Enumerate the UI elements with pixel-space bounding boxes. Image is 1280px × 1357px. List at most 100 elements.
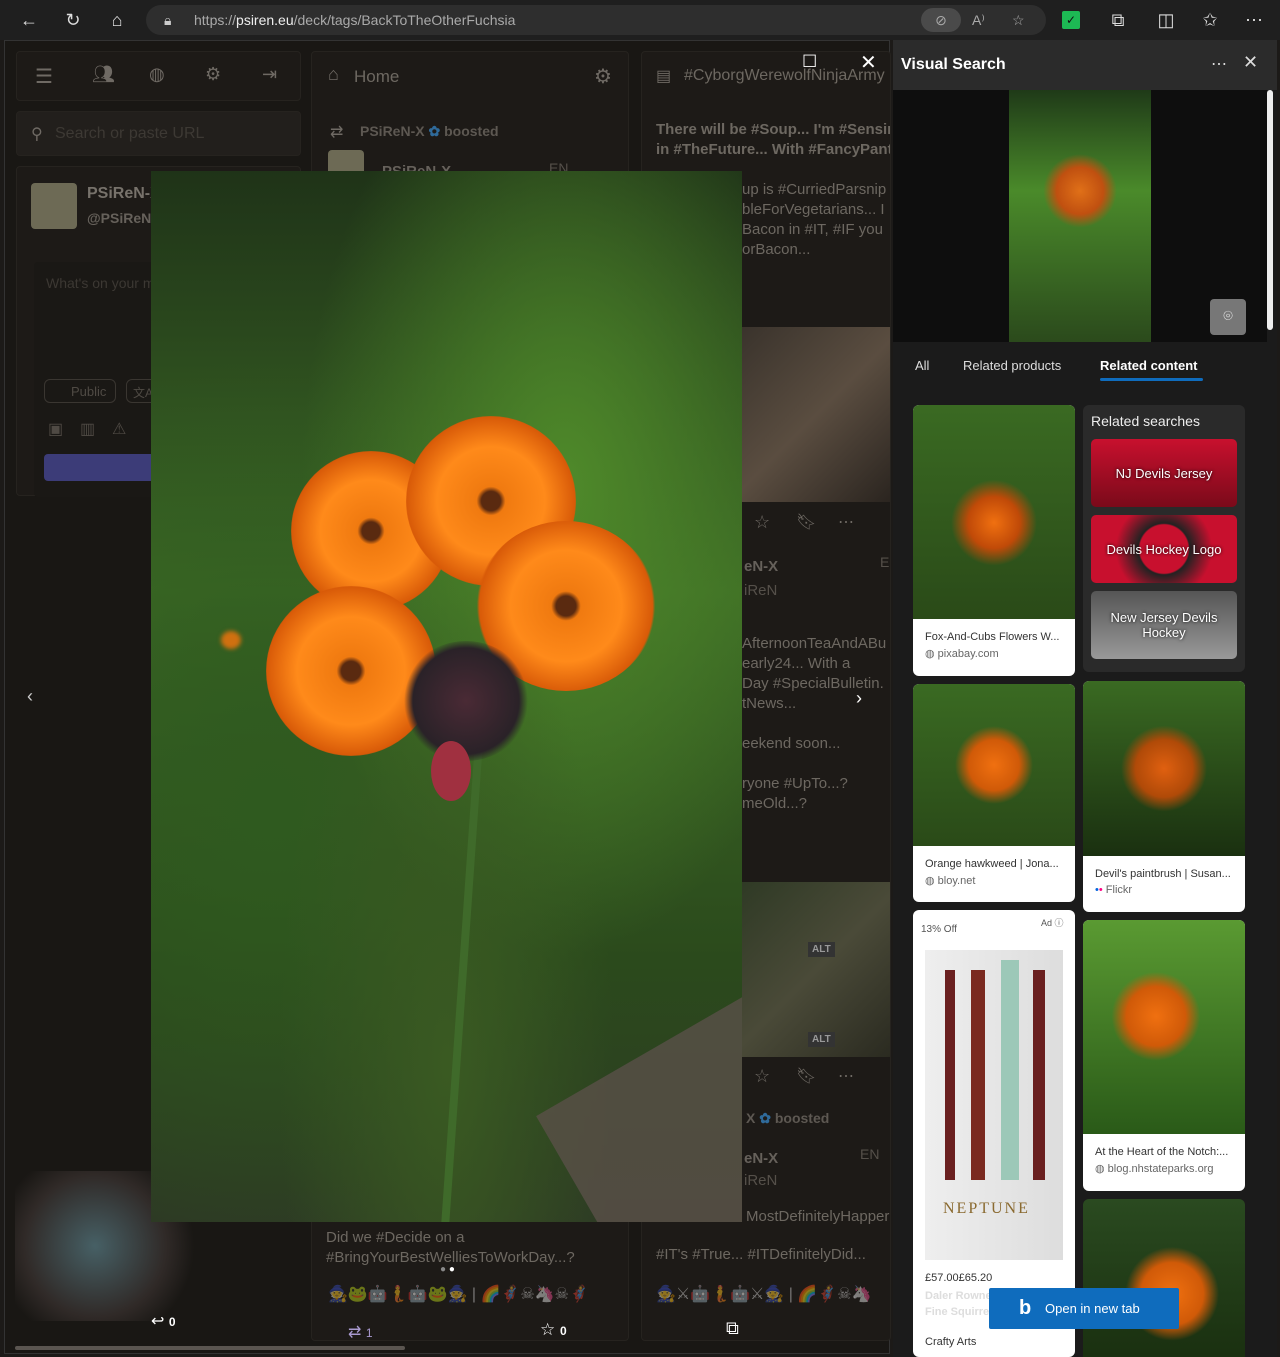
panel-more-icon[interactable]: ⋯	[1211, 54, 1227, 74]
column-title[interactable]: Home	[354, 67, 399, 87]
result-card[interactable]: Fox-And-Cubs Flowers W... ◍ pixabay.com	[913, 405, 1075, 676]
lightbox-close-icon[interactable]: ✕	[860, 52, 877, 75]
related-searches: Related searches NJ Devils Jersey Devils…	[1083, 405, 1245, 672]
panel-scrollbar[interactable]	[1267, 90, 1273, 330]
result-title: At the Heart of the Notch:...	[1095, 1146, 1229, 1158]
tab-all[interactable]: All	[915, 358, 929, 373]
browser-toolbar: ← ↻ ⌂ 🔒︎ https://psiren.eu/deck/tags/Bac…	[0, 0, 1280, 40]
result-image	[1083, 920, 1245, 1134]
author-name[interactable]: eN-X	[744, 1150, 778, 1167]
reply-button[interactable]: ↩ 0	[151, 1311, 176, 1331]
result-card[interactable]: At the Heart of the Notch:... ◍ blog.nhs…	[1083, 920, 1245, 1191]
read-aloud-icon[interactable]: A⁾	[972, 5, 985, 35]
carousel-dots[interactable]: ● ●	[440, 1264, 455, 1275]
post-line: eekend soon...	[742, 735, 841, 752]
poll-icon[interactable]: ▥	[80, 419, 95, 439]
url-host: psiren.eu	[236, 12, 294, 28]
horizontal-scrollbar[interactable]	[15, 1346, 405, 1350]
back-icon[interactable]: ←	[17, 8, 41, 32]
media-icon[interactable]: ▣	[48, 419, 63, 439]
result-card[interactable]: Devil's paintbrush | Susan... •• Flickr	[1083, 681, 1245, 912]
split-screen-icon[interactable]: ◫	[1154, 8, 1178, 32]
search-input[interactable]: ⚲ Search or paste URL	[16, 111, 301, 156]
column-settings-icon[interactable]: ⚙	[594, 64, 612, 89]
related-search-item[interactable]: NJ Devils Jersey	[1091, 439, 1237, 507]
menu-icon[interactable]: ☰	[35, 64, 53, 89]
favorites-icon[interactable]: ✩	[1198, 8, 1222, 32]
bookmark-icon[interactable]: 🔖︎	[796, 1066, 816, 1086]
refresh-icon[interactable]: ↻	[61, 8, 85, 32]
post-line: Did we #Decide on a	[326, 1229, 465, 1246]
people-icon[interactable]: 👥︎	[92, 64, 115, 85]
lock-icon: 🔒︎	[164, 12, 172, 28]
visual-search-crop-icon[interactable]: ⌾	[1210, 299, 1246, 335]
boost-user[interactable]: PSiReN-X	[360, 123, 425, 139]
home-icon[interactable]: ⌂	[105, 8, 129, 32]
related-search-item[interactable]: Devils Hockey Logo	[1091, 515, 1237, 583]
open-external-icon[interactable]: ⧉	[726, 1318, 739, 1339]
boost-line: PSiReN-X ✿ boosted	[360, 123, 499, 140]
globe-icon[interactable]: ◍	[149, 64, 165, 85]
preview-image[interactable]	[1009, 90, 1151, 342]
author-handle: iReN	[744, 1172, 778, 1189]
more-icon[interactable]: ⋯	[838, 512, 854, 532]
result-image[interactable]	[1083, 1199, 1245, 1357]
favourite-button[interactable]: ☆ 0	[540, 1320, 567, 1340]
tab-related-content[interactable]: Related content	[1100, 358, 1198, 373]
ad-label[interactable]: Ad ⓘ	[1041, 916, 1064, 929]
post-line: orBacon...	[742, 241, 811, 258]
extension-check-icon[interactable]: ✓	[1062, 11, 1080, 29]
alt-badge[interactable]: ALT	[808, 942, 835, 957]
post-line: There will be #Soup... I'm #Sensing	[656, 121, 891, 138]
post-line: Day #SpecialBulletin.	[742, 675, 884, 692]
post-line: Bacon in #IT, #IF you	[742, 221, 883, 238]
logout-icon[interactable]: ⇥	[262, 64, 277, 85]
visibility-label: Public	[71, 384, 107, 399]
product-price: £57.00£65.20	[925, 1272, 993, 1284]
profile-name: PSiReN-X	[87, 185, 161, 202]
more-icon[interactable]: ⋯	[1242, 8, 1266, 32]
tracking-prevention-icon[interactable]: ⊘	[921, 8, 961, 32]
lightbox-image[interactable]	[151, 171, 742, 1222]
related-search-label: NJ Devils Jersey	[1115, 465, 1213, 481]
address-bar[interactable]: 🔒︎ https://psiren.eu/deck/tags/BackToThe…	[146, 5, 1046, 35]
column-title[interactable]: #CyborgWerewolfNinjaArmy	[684, 67, 885, 85]
path-stone	[536, 966, 742, 1222]
more-icon[interactable]: ⋯	[838, 1066, 854, 1086]
visibility-button[interactable]: Public	[44, 379, 116, 403]
related-search-label: New Jersey Devils Hockey	[1110, 610, 1218, 640]
lightbox-prev-icon[interactable]: ‹	[27, 686, 33, 707]
author-avatar[interactable]	[328, 150, 364, 172]
post-text-cont: up is #CurriedParsnip bleForVegetarians..…	[742, 180, 886, 260]
lightbox-next-icon[interactable]: ›	[856, 688, 862, 709]
avatar[interactable]	[31, 183, 77, 229]
boost-button[interactable]: ⇄ 1	[348, 1322, 373, 1342]
post-image[interactable]	[742, 327, 890, 502]
panel-close-icon[interactable]: ✕	[1243, 52, 1258, 73]
reply-count: 0	[168, 1315, 176, 1329]
tab-related-products[interactable]: Related products	[963, 358, 1061, 373]
open-in-new-tab-button[interactable]: b Open in new tab	[989, 1288, 1179, 1329]
bookmark-icon[interactable]: 🔖︎	[796, 512, 816, 532]
boost-count: 1	[365, 1326, 373, 1340]
alt-badge[interactable]: ALT	[808, 1032, 835, 1047]
settings-icon[interactable]: ⚙	[205, 64, 221, 85]
result-card[interactable]: Orange hawkweed | Jona... ◍ bloy.net	[913, 684, 1075, 902]
post-line: early24... With a	[742, 655, 851, 672]
boosted-label: boosted	[444, 123, 499, 139]
related-search-item[interactable]: New Jersey Devils Hockey	[1091, 591, 1237, 659]
warning-icon[interactable]: ⚠	[112, 419, 126, 439]
result-title: Orange hawkweed | Jona...	[925, 858, 1059, 870]
extensions-icon[interactable]: ⧉	[1106, 8, 1130, 32]
boosted-label: boosted	[774, 1110, 830, 1126]
emoji-row: 🧙🐸🤖🧜🤖🐸🧙 | 🌈🦸☠🦄☠🦸	[328, 1286, 589, 1303]
favorite-star-icon[interactable]: ☆	[1012, 5, 1025, 35]
maximize-icon[interactable]: ☐	[802, 52, 817, 72]
author-name[interactable]: eN-X	[744, 558, 778, 575]
favourite-icon[interactable]: ☆	[754, 512, 770, 533]
post-images[interactable]: ALT ALT	[742, 882, 890, 1057]
favourite-icon[interactable]: ☆	[754, 1066, 770, 1087]
search-icon: ⚲	[31, 126, 43, 143]
ad-text: Ad	[1041, 918, 1053, 928]
emoji-row: 🧙⚔🤖🧜🤖⚔🧙 | 🌈🦸☠🦄	[656, 1286, 872, 1303]
